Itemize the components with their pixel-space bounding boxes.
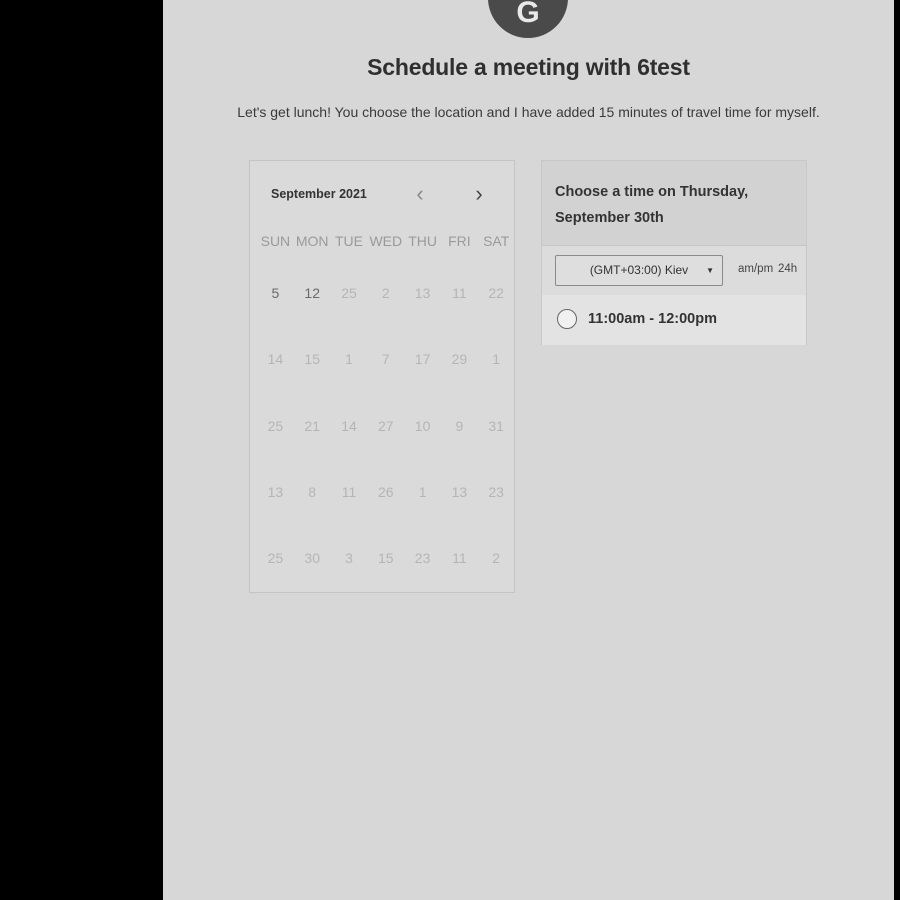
month-label: September 2021 (271, 187, 367, 201)
selected-date-heading: Choose a time on Thursday, September 30t… (555, 179, 748, 231)
weekday-label: THU (408, 233, 437, 249)
weekday-label: FRI (448, 233, 471, 249)
calendar-day: 14 (341, 417, 357, 434)
calendar-day: 2 (381, 285, 390, 301)
date-picker: September 2021 ‹ › SUN MON TUE WED THU F… (249, 160, 515, 593)
time-slot-option[interactable]: 11:00am - 12:00pm (542, 295, 806, 345)
calendar-week: 13 8 11 26 1 13 23 (257, 460, 515, 526)
window-edge (894, 0, 900, 900)
calendar-day: 7 (381, 351, 390, 368)
calendar-day: 17 (414, 351, 431, 368)
calendar-day[interactable]: 5 (257, 261, 294, 327)
host-avatar: G (488, 0, 568, 38)
page-title: Schedule a meeting with 6test (367, 54, 690, 80)
calendar-week: 25 30 3 15 23 11 2 (257, 526, 515, 592)
calendar-day: 8 (308, 483, 317, 500)
calendar-day: 27 (378, 417, 394, 434)
heading-line: Choose a time on Thursday, (555, 184, 749, 200)
chevron-left-icon[interactable]: ‹ (408, 183, 432, 207)
calendar-day: 23 (414, 550, 431, 567)
weekday-label: TUE (334, 233, 363, 249)
calendar-day: 10 (414, 417, 431, 434)
booking-page: G Schedule a meeting with 6test Let's ge… (163, 0, 894, 900)
weekday-label: SUN (260, 233, 291, 249)
format-ampm-toggle[interactable]: am/pm (738, 263, 773, 275)
weekday-label: SAT (483, 233, 510, 249)
page-subtitle: Let's get lunch! You choose the location… (237, 104, 820, 120)
timezone-select[interactable]: (GMT+03:00) Kiev ▼ (555, 255, 723, 286)
calendar-day: 25 (267, 550, 284, 567)
calendar-day: 1 (345, 351, 353, 368)
calendar-day[interactable]: 12 (294, 261, 331, 327)
time-slot-panel: Choose a time on Thursday, September 30t… (541, 160, 807, 345)
calendar-day: 3 (345, 550, 353, 567)
chevron-right-icon[interactable]: › (467, 183, 491, 207)
calendar-day: 13 (267, 483, 284, 500)
calendar-day: 15 (378, 550, 394, 567)
time-panel-header: Choose a time on Thursday, September 30t… (542, 161, 806, 246)
calendar-day: 14 (267, 351, 284, 368)
radio-button[interactable] (557, 309, 577, 329)
heading-line: September 30th (555, 210, 664, 226)
calendar-day: 11 (452, 285, 467, 301)
calendar-week: 5 12 25 2 13 11 22 (257, 261, 515, 327)
calendar-day: 15 (304, 351, 320, 368)
time-slot-label: 11:00am - 12:00pm (588, 311, 717, 327)
calendar-day: 2 (492, 550, 501, 567)
calendar-day: 30 (304, 550, 320, 567)
calendar-week: 14 15 1 7 17 29 1 (257, 327, 515, 393)
calendar-day: 22 (488, 285, 504, 301)
calendar-week: 25 21 14 27 10 9 31 (257, 394, 515, 460)
weekday-label: MON (295, 233, 329, 249)
calendar-day: 26 (378, 483, 394, 500)
calendar-day: 23 (488, 483, 504, 500)
timezone-value: (GMT+03:00) Kiev (589, 263, 689, 277)
calendar-day: 13 (414, 285, 431, 301)
calendar-day: 9 (455, 417, 464, 434)
format-24h-toggle[interactable]: 24h (778, 263, 797, 275)
calendar-day: 25 (267, 417, 284, 434)
calendar-day: 1 (492, 351, 501, 368)
calendar-day: 11 (341, 483, 357, 500)
calendar-day: 25 (341, 285, 357, 301)
caret-down-icon: ▼ (706, 266, 714, 275)
calendar-day: 29 (451, 351, 468, 368)
calendar-day: 21 (304, 417, 320, 434)
calendar-day: 31 (488, 417, 504, 434)
weekday-label: WED (369, 233, 403, 249)
calendar-day: 1 (418, 483, 427, 500)
calendar-day: 11 (452, 550, 467, 567)
calendar-grid: 5 12 25 2 13 11 22 14 15 1 7 17 29 1 25 … (257, 261, 515, 592)
calendar-day: 13 (451, 483, 468, 500)
weekday-header: SUN MON TUE WED THU FRI SAT (257, 233, 515, 249)
